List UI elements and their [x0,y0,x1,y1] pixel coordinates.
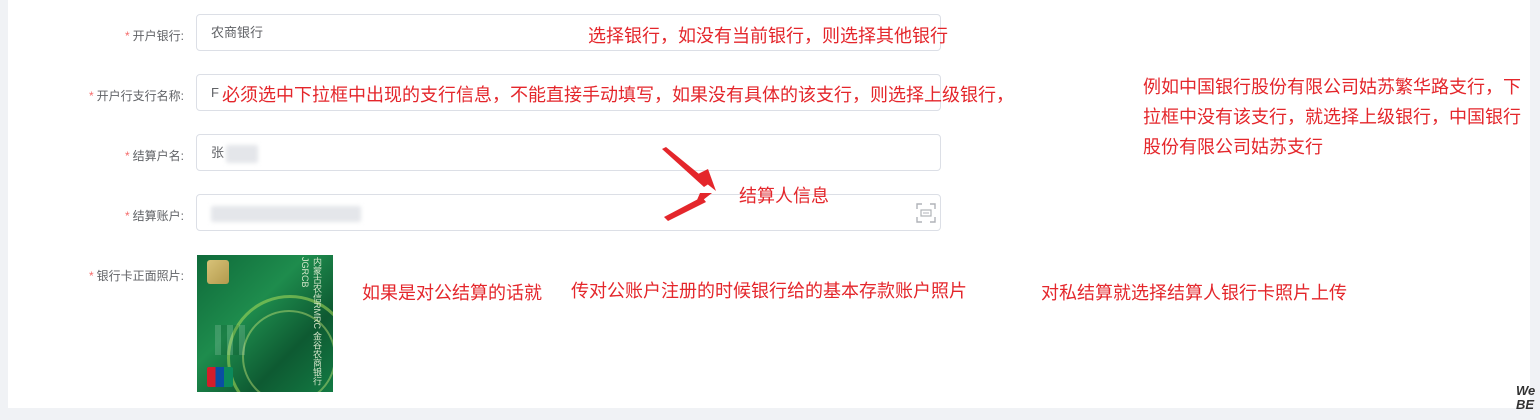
redacted-text [211,205,361,222]
branch-value: F [211,85,219,100]
page-frame-left [0,0,8,420]
card-brand-text: 内蒙古农信RMRC 金谷农商银行JGRCB [300,257,322,386]
account-name-label: 结算户名: [132,149,184,163]
watermark-logo: We BE [1516,383,1536,412]
account-number-input[interactable] [196,194,941,231]
redacted-text [226,144,259,163]
page-frame-bottom [0,408,1540,420]
bank-card-photo[interactable]: 内蒙古农信RMRC 金谷农商银行JGRCB [197,255,333,392]
bank-label: 开户银行: [132,29,184,43]
required-mark: * [124,209,130,223]
account-number-label: 结算账户: [132,209,184,223]
red-arrow-icon [662,147,716,221]
required-mark: * [124,149,130,163]
scan-icon[interactable] [916,203,936,223]
branch-label: 开户行支行名称: [96,89,184,103]
card-photo-label: 银行卡正面照片: [96,269,184,283]
annotation-branch-hint: 必须选中下拉框中出现的支行信息，不能直接手动填写，如果没有具体的该支行，则选择上… [222,85,1014,106]
unionpay-logo [207,367,233,387]
annotation-settlement-info: 结算人信息 [739,186,829,207]
required-mark: * [88,89,94,103]
annotation-private-hint: 对私结算就选择结算人银行卡照片上传 [1041,283,1347,304]
required-mark: * [88,269,94,283]
annotation-branch-example: 例如中国银行股份有限公司姑苏繁华路支行，下拉框中没有该支行，就选择上级银行，中国… [1143,77,1521,158]
branch-label-row: * 开户行支行名称: [89,87,184,104]
account-name-value: 张 [211,145,225,160]
required-mark: * [124,29,130,43]
card-pixelated-area [215,325,245,355]
account-name-label-row: * 结算户名: [125,147,184,164]
annotation-corporate-hint: 如果是对公结算的话就 [362,283,542,304]
account-name-input[interactable]: 张 [196,134,941,171]
annotation-bank-hint: 选择银行，如没有当前银行，则选择其他银行 [588,26,948,47]
bank-value: 农商银行 [211,25,264,40]
bank-label-row: * 开户银行: [125,27,184,44]
account-number-label-row: * 结算账户: [125,207,184,224]
annotation-corporate-detail: 传对公账户注册的时候银行给的基本存款账户照片 [571,281,967,302]
card-photo-label-row: * 银行卡正面照片: [89,267,184,284]
page-frame-right [1530,0,1540,420]
card-chip [207,260,229,284]
